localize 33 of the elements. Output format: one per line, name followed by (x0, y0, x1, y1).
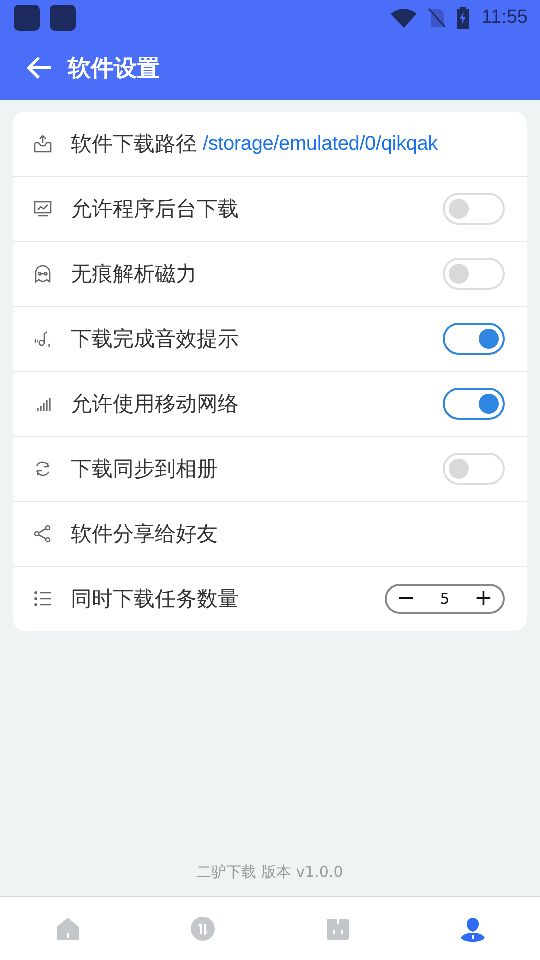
setting-label: 允许程序后台下载 (71, 196, 239, 223)
ghost-icon (33, 264, 53, 284)
setting-label: 软件分享给好友 (71, 521, 218, 548)
minus-button[interactable]: − (397, 588, 416, 610)
sound-note-icon (33, 329, 53, 349)
transfer-icon[interactable] (190, 916, 216, 942)
count-stepper[interactable]: − 5 + (385, 584, 505, 614)
notification-icon (14, 5, 40, 31)
person-icon[interactable] (460, 916, 486, 942)
toggle-switch[interactable] (443, 323, 505, 355)
battery-charging-icon (456, 7, 470, 29)
list-icon (33, 589, 53, 609)
setting-label: 允许使用移动网络 (71, 391, 239, 418)
download-path-link[interactable]: /storage/emulated/0/qikqak (203, 132, 438, 156)
setting-label: 下载完成音效提示 (71, 326, 239, 353)
monitor-chart-icon (33, 199, 53, 219)
setting-label: 下载同步到相册 (71, 456, 218, 483)
setting-label: 同时下载任务数量 (71, 586, 239, 613)
download-tray-icon (33, 134, 53, 154)
home-icon[interactable] (54, 916, 80, 942)
plus-button[interactable]: + (474, 588, 493, 610)
status-time: 11:55 (482, 7, 528, 29)
toggle-switch[interactable] (443, 388, 505, 420)
no-sim-icon (428, 8, 446, 28)
count-value: 5 (440, 590, 450, 608)
back-arrow-icon[interactable] (26, 54, 54, 82)
share-icon (33, 524, 53, 544)
wifi-icon (390, 8, 418, 28)
version-text: 二驴下载 版本 v1.0.0 (196, 863, 344, 883)
setting-label: 无痕解析磁力 (71, 261, 197, 288)
page-title: 软件设置 (68, 54, 160, 84)
setting-label: 软件下载路径 (71, 131, 197, 158)
notification-icon (50, 5, 76, 31)
